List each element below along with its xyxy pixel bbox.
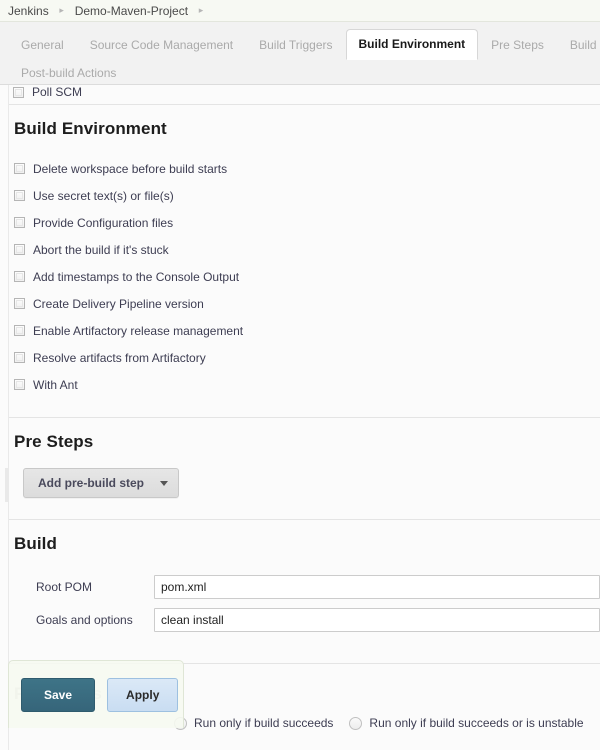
option-provide-configuration-files[interactable]: Provide Configuration files: [9, 209, 600, 236]
tab-post-build-actions[interactable]: Post-build Actions: [8, 58, 129, 88]
option-label: Delete workspace before build starts: [33, 162, 227, 176]
build-environment-heading: Build Environment: [14, 119, 600, 139]
section-divider: [9, 104, 600, 105]
option-use-secret-text[interactable]: Use secret text(s) or file(s): [9, 182, 600, 209]
floating-save-bar: Save Apply: [8, 660, 184, 728]
option-enable-artifactory-release-management[interactable]: Enable Artifactory release management: [9, 317, 600, 344]
tab-pre-steps[interactable]: Pre Steps: [478, 30, 557, 60]
root-pom-label: Root POM: [14, 580, 154, 594]
form-content: Poll SCM Build Environment Delete worksp…: [9, 85, 600, 730]
option-label: Add timestamps to the Console Output: [33, 270, 239, 284]
option-add-timestamps[interactable]: Add timestamps to the Console Output: [9, 263, 600, 290]
tab-row-secondary: Post-build Actions: [0, 59, 600, 85]
save-button[interactable]: Save: [21, 678, 95, 712]
option-label: Resolve artifacts from Artifactory: [33, 351, 206, 365]
build-environment-options: Delete workspace before build starts Use…: [9, 155, 600, 398]
config-tab-bar: General Source Code Management Build Tri…: [0, 22, 600, 85]
option-label: Use secret text(s) or file(s): [33, 189, 174, 203]
option-create-delivery-pipeline-version[interactable]: Create Delivery Pipeline version: [9, 290, 600, 317]
goals-and-options-input[interactable]: [154, 608, 600, 632]
add-pre-build-step-label: Add pre-build step: [38, 476, 144, 490]
add-pre-build-step-button[interactable]: Add pre-build step: [23, 468, 179, 498]
breadcrumb-item-project[interactable]: Demo-Maven-Project: [75, 4, 188, 18]
option-with-ant[interactable]: With Ant: [9, 371, 600, 398]
add-timestamps-checkbox[interactable]: [14, 271, 25, 282]
pre-steps-area: Add pre-build step: [9, 468, 600, 514]
delete-workspace-checkbox[interactable]: [14, 163, 25, 174]
with-ant-checkbox[interactable]: [14, 379, 25, 390]
chevron-down-icon: [160, 481, 168, 486]
option-label: Provide Configuration files: [33, 216, 173, 230]
create-delivery-pipeline-version-checkbox[interactable]: [14, 298, 25, 309]
goals-and-options-label: Goals and options: [14, 613, 154, 627]
section-divider: [9, 519, 600, 520]
resolve-artifacts-from-artifactory-checkbox[interactable]: [14, 352, 25, 363]
provide-configuration-files-checkbox[interactable]: [14, 217, 25, 228]
goals-and-options-row: Goals and options: [9, 603, 600, 636]
option-label: With Ant: [33, 378, 78, 392]
apply-button[interactable]: Apply: [107, 678, 178, 712]
tab-build-triggers[interactable]: Build Triggers: [246, 30, 345, 60]
breadcrumb: Jenkins ▸ Demo-Maven-Project ▸: [0, 0, 600, 22]
breadcrumb-separator-icon[interactable]: ▸: [188, 6, 214, 15]
pre-steps-heading: Pre Steps: [14, 432, 600, 452]
use-secret-text-checkbox[interactable]: [14, 190, 25, 201]
pre-steps-indent-bar: [5, 468, 8, 502]
option-label: Enable Artifactory release management: [33, 324, 243, 338]
form-gutter: [0, 85, 9, 750]
breadcrumb-item-jenkins[interactable]: Jenkins: [8, 4, 49, 18]
tab-row-primary: General Source Code Management Build Tri…: [0, 27, 600, 59]
tab-source-code-management[interactable]: Source Code Management: [77, 30, 246, 60]
config-form: Poll SCM Build Environment Delete worksp…: [0, 85, 600, 750]
poll-scm-label: Poll SCM: [32, 85, 82, 99]
option-resolve-artifacts-from-artifactory[interactable]: Resolve artifacts from Artifactory: [9, 344, 600, 371]
section-divider: [9, 417, 600, 418]
option-delete-workspace[interactable]: Delete workspace before build starts: [9, 155, 600, 182]
tab-build[interactable]: Build: [557, 30, 600, 60]
option-label: Create Delivery Pipeline version: [33, 297, 204, 311]
build-heading: Build: [14, 534, 600, 554]
enable-artifactory-release-management-checkbox[interactable]: [14, 325, 25, 336]
poll-scm-checkbox[interactable]: [13, 87, 24, 98]
root-pom-input[interactable]: [154, 575, 600, 599]
tab-general[interactable]: General: [8, 30, 77, 60]
breadcrumb-separator-icon: ▸: [49, 6, 75, 15]
root-pom-row: Root POM: [9, 570, 600, 603]
tab-build-environment[interactable]: Build Environment: [346, 29, 479, 60]
abort-build-if-stuck-checkbox[interactable]: [14, 244, 25, 255]
option-label: Abort the build if it's stuck: [33, 243, 169, 257]
option-abort-build-if-stuck[interactable]: Abort the build if it's stuck: [9, 236, 600, 263]
poll-scm-row[interactable]: Poll SCM: [9, 85, 600, 99]
